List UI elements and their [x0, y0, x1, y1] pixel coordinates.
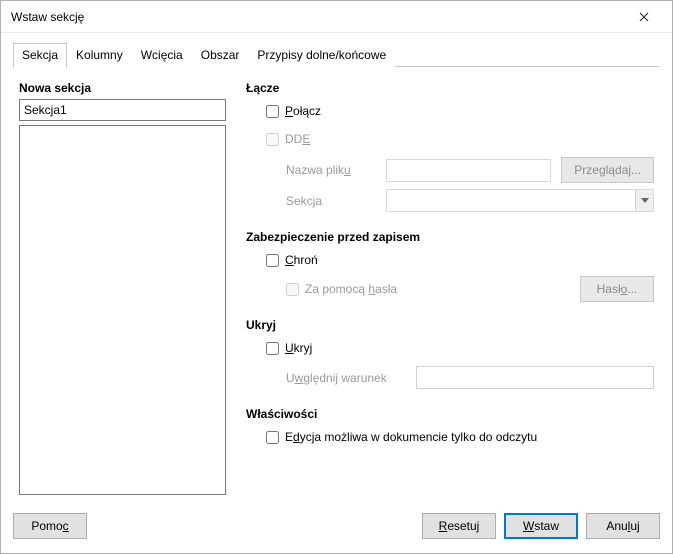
protect-checkbox[interactable]: [266, 254, 279, 267]
dialog-footer: Pomoc Resetuj Wstaw Anuluj: [1, 501, 672, 553]
connect-checkbox[interactable]: [266, 105, 279, 118]
help-button[interactable]: Pomoc: [13, 513, 87, 539]
dde-checkbox-label: DDE: [266, 132, 310, 146]
tab-footnotes[interactable]: Przypisy dolne/końcowe: [248, 43, 395, 67]
section-list[interactable]: [19, 125, 226, 495]
left-column: Nowa sekcja: [19, 81, 226, 495]
connect-label-text: Połącz: [285, 104, 321, 118]
hide-checkbox[interactable]: [266, 342, 279, 355]
protect-heading: Zabezpieczenie przed zapisem: [246, 230, 654, 244]
cancel-button[interactable]: Anuluj: [586, 513, 660, 539]
titlebar: Wstaw sekcję: [1, 1, 672, 33]
hide-checkbox-label[interactable]: Ukryj: [266, 341, 312, 355]
group-hide: Ukryj Ukryj Uwględnij warunek: [246, 318, 654, 395]
filename-label: Nazwa pliku: [286, 163, 376, 177]
chevron-down-icon: [641, 198, 649, 203]
dialog-content: Sekcja Kolumny Wcięcia Obszar Przypisy d…: [1, 33, 672, 501]
editable-readonly-checkbox[interactable]: [266, 431, 279, 444]
dde-checkbox: [266, 133, 279, 146]
new-section-heading: Nowa sekcja: [19, 81, 226, 95]
link-section-combo: [386, 189, 654, 212]
tabstrip: Sekcja Kolumny Wcięcia Obszar Przypisy d…: [13, 43, 660, 67]
dialog-window: Wstaw sekcję Sekcja Kolumny Wcięcia Obsz…: [0, 0, 673, 554]
right-column: Łącze Połącz DDE Nazwa: [246, 81, 654, 495]
protect-label-text: Chroń: [285, 253, 318, 267]
dialog-title: Wstaw sekcję: [11, 10, 624, 24]
tab-area[interactable]: Obszar: [192, 43, 249, 67]
close-button[interactable]: [624, 3, 664, 31]
tab-columns[interactable]: Kolumny: [67, 43, 132, 67]
connect-checkbox-label[interactable]: Połącz: [266, 104, 321, 118]
with-password-checkbox: [286, 283, 299, 296]
link-section-combo-button: [635, 190, 653, 211]
link-section-combo-body: [387, 190, 635, 211]
tab-body: Nowa sekcja Łącze Połącz: [13, 67, 660, 501]
with-password-checkbox-label: Za pomocą hasła: [286, 282, 397, 296]
browse-button: Przeglądaj...: [561, 157, 654, 183]
filename-input: [386, 159, 551, 182]
dde-label-text: DDE: [285, 132, 310, 146]
properties-heading: Właściwości: [246, 407, 654, 421]
tab-section[interactable]: Sekcja: [13, 43, 67, 68]
protect-checkbox-label[interactable]: Chroń: [266, 253, 318, 267]
close-icon: [639, 12, 649, 22]
editable-readonly-label-text: Edycja możliwa w dokumencie tylko do odc…: [285, 430, 537, 444]
hide-heading: Ukryj: [246, 318, 654, 332]
condition-input[interactable]: [416, 366, 654, 389]
section-name-input[interactable]: [19, 99, 226, 121]
link-heading: Łącze: [246, 81, 654, 95]
group-link: Łącze Połącz DDE Nazwa: [246, 81, 654, 218]
condition-label: Uwględnij warunek: [286, 371, 406, 385]
with-password-label-text: Za pomocą hasła: [305, 282, 397, 296]
group-properties: Właściwości Edycja możliwa w dokumencie …: [246, 407, 654, 453]
password-button: Hasło...: [580, 276, 654, 302]
group-protect: Zabezpieczenie przed zapisem Chroń Za po…: [246, 230, 654, 306]
editable-readonly-checkbox-label[interactable]: Edycja możliwa w dokumencie tylko do odc…: [266, 430, 537, 444]
reset-button[interactable]: Resetuj: [422, 513, 496, 539]
hide-label-text: Ukryj: [285, 341, 312, 355]
tab-indents[interactable]: Wcięcia: [132, 43, 192, 67]
link-section-label: Sekcja: [286, 194, 376, 208]
insert-button[interactable]: Wstaw: [504, 513, 578, 539]
